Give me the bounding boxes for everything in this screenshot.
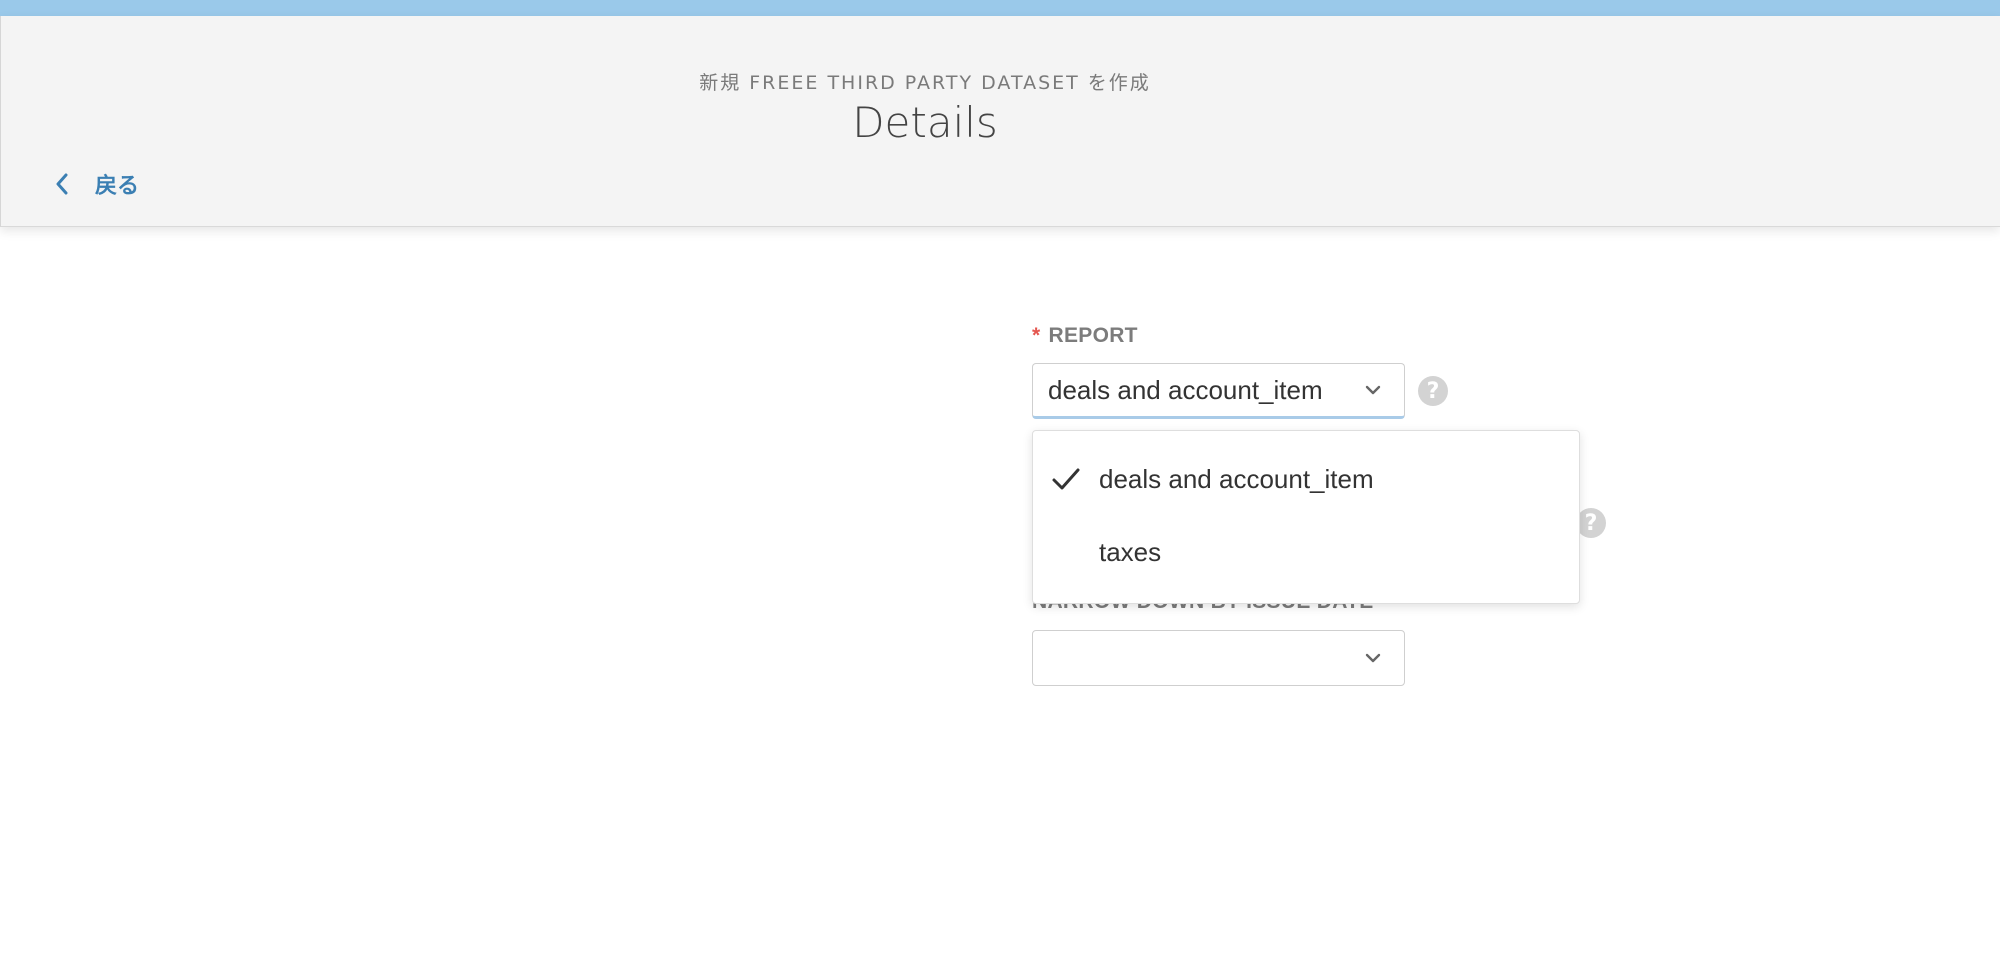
back-button[interactable]: 戻る [55, 166, 139, 202]
page-title: Details [852, 98, 998, 147]
report-select[interactable]: deals and account_item [1032, 363, 1405, 419]
page-header: 新規 FREEE THIRD PARTY DATASET を作成 Details… [0, 16, 2000, 227]
required-mark: * [1032, 324, 1041, 347]
second-field-help-icon[interactable]: ? [1576, 508, 1606, 538]
dropdown-option-deals-and-account-item[interactable]: deals and account_item [1033, 449, 1579, 509]
report-label: * REPORT [1032, 324, 1138, 348]
chevron-down-icon [1365, 653, 1381, 663]
report-dropdown-menu: deals and account_item taxes [1032, 430, 1580, 604]
dropdown-option-label: deals and account_item [1099, 463, 1374, 494]
report-label-text: REPORT [1048, 324, 1138, 347]
chevron-down-icon [1365, 385, 1381, 395]
chevron-left-icon [55, 173, 69, 195]
issue-date-select[interactable] [1032, 630, 1405, 686]
report-help-icon[interactable]: ? [1418, 376, 1448, 406]
dropdown-option-label: taxes [1099, 536, 1162, 567]
check-icon [1052, 468, 1080, 490]
report-select-value: deals and account_item [1048, 374, 1323, 405]
dropdown-option-taxes[interactable]: taxes [1033, 522, 1579, 582]
page-subtitle: 新規 FREEE THIRD PARTY DATASET を作成 [699, 72, 1151, 94]
top-browser-strip [0, 0, 2000, 16]
back-label: 戻る [95, 173, 140, 198]
